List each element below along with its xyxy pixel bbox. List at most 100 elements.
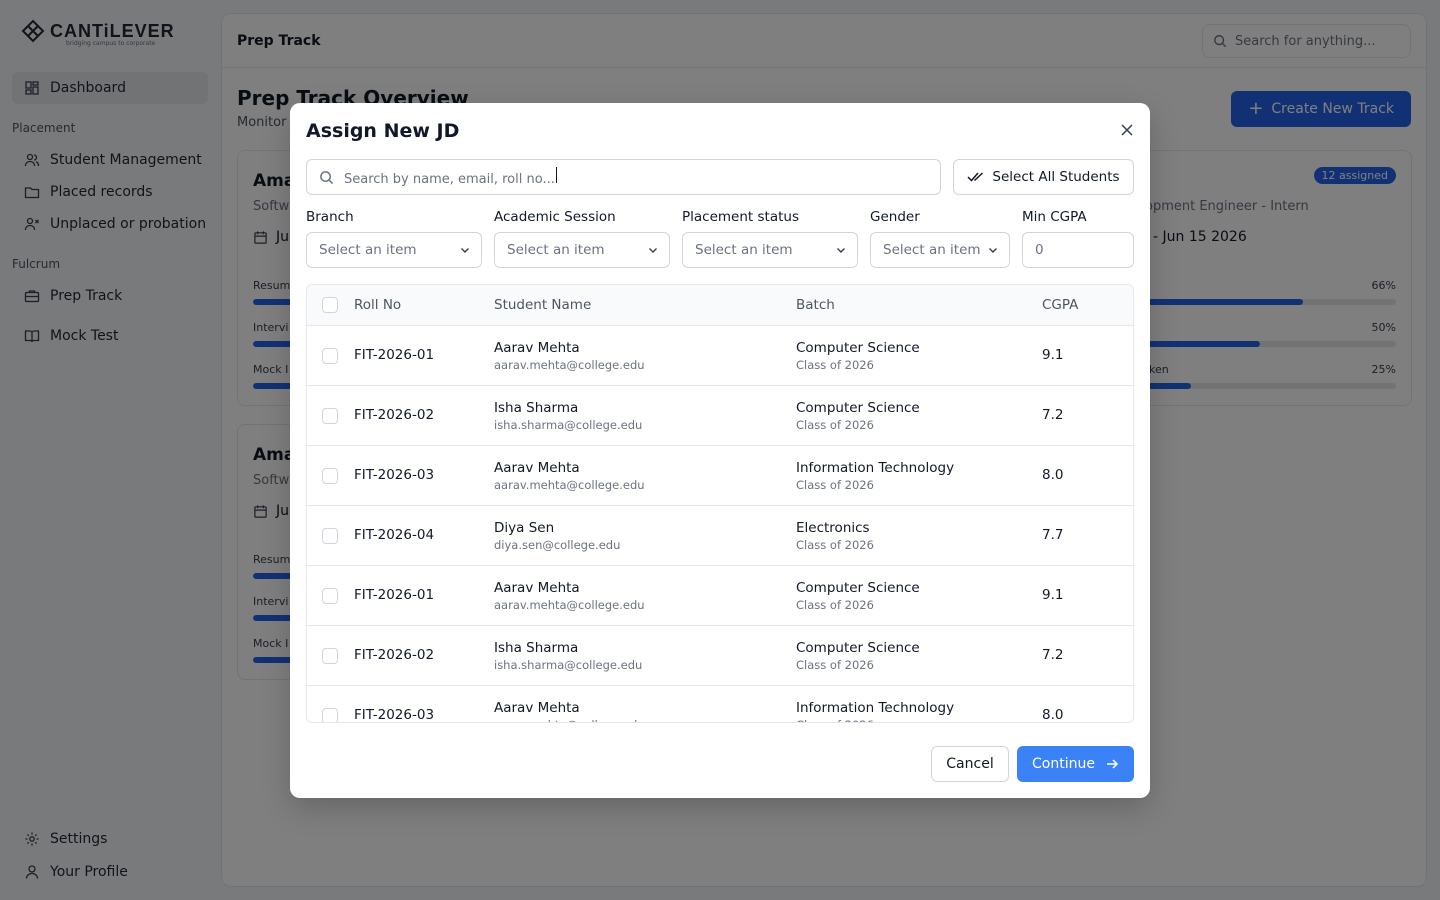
select-all-students-button[interactable]: Select All Students: [953, 159, 1134, 195]
student-cell: Aarav Mehta aarav.mehta@college.edu: [494, 580, 645, 612]
branch-select[interactable]: Select an item: [306, 232, 482, 268]
continue-button[interactable]: Continue: [1017, 746, 1134, 782]
student-cell: Isha Sharma isha.sharma@college.edu: [494, 400, 642, 432]
batch-branch: Information Technology: [796, 700, 955, 716]
app-root: CANTiLEVER bridging campus to corporate …: [0, 0, 1440, 900]
chevron-down-icon: [461, 248, 469, 253]
student-cell: Aarav Mehta aarav.mehta@college.edu: [494, 700, 645, 722]
filter-label-branch: Branch: [306, 209, 354, 225]
filter-label-gender: Gender: [870, 209, 920, 225]
table-row[interactable]: FIT-2026-04 Diya Sen diya.sen@college.edu E…: [307, 506, 1133, 566]
table-body: FIT-2026-01 Aarav Mehta aarav.mehta@colleg…: [307, 326, 1133, 723]
arrow-right-icon: [1106, 759, 1119, 769]
modal-title: Assign New JD: [306, 120, 460, 142]
student-name: Aarav Mehta: [494, 700, 580, 716]
batch-cell: Information Technology Class of 2026: [796, 460, 954, 492]
batch-branch: Computer Science: [796, 640, 920, 656]
input-value: 0: [1035, 242, 1044, 258]
batch-cell: Computer Science Class of 2026: [796, 400, 920, 432]
cancel-button[interactable]: Cancel: [931, 746, 1009, 782]
search-icon: [320, 170, 334, 184]
student-name: Aarav Mehta: [494, 580, 580, 596]
row-checkbox[interactable]: [322, 588, 338, 604]
min-cgpa-input[interactable]: 0: [1022, 232, 1134, 268]
cgpa-value: 9.1: [1042, 347, 1064, 363]
roll-number: FIT-2026-01: [354, 587, 435, 603]
select-value: Select an item: [319, 242, 417, 258]
table-row[interactable]: FIT-2026-03 Aarav Mehta aarav.mehta@colleg…: [307, 446, 1133, 506]
cgpa-value: 9.1: [1042, 587, 1064, 603]
batch-cell: Electronics Class of 2026: [796, 520, 874, 552]
row-checkbox[interactable]: [322, 408, 338, 424]
student-cell: Diya Sen diya.sen@college.edu: [494, 520, 620, 552]
student-name: Isha Sharma: [494, 400, 579, 416]
batch-class: Class of 2026: [796, 478, 874, 492]
batch-cell: Computer Science Class of 2026: [796, 580, 920, 612]
chevron-down-icon: [989, 248, 997, 253]
student-cell: Aarav Mehta aarav.mehta@college.edu: [494, 340, 645, 372]
student-email: isha.sharma@college.edu: [494, 658, 643, 672]
student-email: isha.sharma@college.edu: [494, 418, 643, 432]
batch-cell: Computer Science Class of 2026: [796, 340, 920, 372]
batch-branch: Information Technology: [796, 460, 955, 476]
academic-session-select[interactable]: Select an item: [494, 232, 670, 268]
batch-class: Class of 2026: [796, 538, 874, 552]
student-email: diya.sen@college.edu: [494, 538, 621, 552]
student-email: aarav.mehta@college.edu: [494, 718, 645, 722]
row-checkbox[interactable]: [322, 528, 338, 544]
cgpa-value: 7.2: [1042, 407, 1064, 423]
batch-branch: Computer Science: [796, 400, 920, 416]
student-name: Aarav Mehta: [494, 460, 580, 476]
roll-number: FIT-2026-01: [354, 347, 435, 363]
placeholder-text: Search by name, email, roll no...: [344, 172, 555, 187]
batch-class: Class of 2026: [796, 358, 874, 372]
double-check-icon: [967, 172, 984, 182]
select-all-label: Select All Students: [992, 169, 1120, 185]
cgpa-value: 7.7: [1042, 527, 1064, 543]
table-row[interactable]: FIT-2026-01 Aarav Mehta aarav.mehta@colleg…: [307, 326, 1133, 386]
text-caret: [555, 167, 557, 183]
filter-label-min-cgpa: Min CGPA: [1022, 209, 1087, 225]
select-value: Select an item: [695, 242, 793, 258]
batch-cell: Computer Science Class of 2026: [796, 640, 920, 672]
column-header-name[interactable]: Student Name: [494, 297, 591, 313]
filter-label-placement: Placement status: [682, 209, 799, 225]
column-header-batch[interactable]: Batch: [796, 297, 835, 313]
table-row[interactable]: FIT-2026-02 Isha Sharma isha.sharma@colleg…: [307, 386, 1133, 446]
row-checkbox[interactable]: [322, 348, 338, 364]
table-row[interactable]: FIT-2026-03 Aarav Mehta aarav.mehta@colleg…: [307, 686, 1133, 723]
batch-class: Class of 2026: [796, 658, 874, 672]
roll-number: FIT-2026-03: [354, 467, 435, 483]
batch-class: Class of 2026: [796, 598, 874, 612]
placement-status-select[interactable]: Select an item: [682, 232, 858, 268]
row-checkbox[interactable]: [322, 708, 338, 722]
select-all-checkbox[interactable]: [322, 297, 338, 313]
gender-select[interactable]: Select an item: [870, 232, 1010, 268]
batch-class: Class of 2026: [796, 418, 874, 432]
chevron-down-icon: [837, 248, 845, 253]
batch-branch: Computer Science: [796, 580, 920, 596]
student-email: aarav.mehta@college.edu: [494, 478, 645, 492]
column-header-roll[interactable]: Roll No: [354, 297, 401, 313]
batch-class: Class of 2026: [796, 718, 954, 722]
roll-number: FIT-2026-04: [354, 527, 435, 543]
student-email: aarav.mehta@college.edu: [494, 598, 645, 612]
student-email: aarav.mehta@college.edu: [494, 358, 645, 372]
cgpa-value: 8.0: [1042, 467, 1064, 483]
roll-number: FIT-2026-03: [354, 707, 435, 723]
select-value: Select an item: [507, 242, 605, 258]
roll-number: FIT-2026-02: [354, 407, 435, 423]
cgpa-value: 7.2: [1042, 647, 1064, 663]
row-checkbox[interactable]: [322, 468, 338, 484]
table-row[interactable]: FIT-2026-02 Isha Sharma isha.sharma@colleg…: [307, 626, 1133, 686]
row-checkbox[interactable]: [322, 648, 338, 664]
close-icon[interactable]: [1120, 123, 1134, 137]
student-name: Aarav Mehta: [494, 340, 580, 356]
batch-branch: Computer Science: [796, 340, 920, 356]
column-header-cgpa[interactable]: CGPA: [1042, 297, 1078, 313]
student-search-input[interactable]: Search by name, email, roll no...: [306, 159, 941, 195]
table-row[interactable]: FIT-2026-01 Aarav Mehta aarav.mehta@colleg…: [307, 566, 1133, 626]
students-table[interactable]: Roll No Student Name Batch CGPA FIT-2026…: [306, 284, 1134, 723]
table-header: Roll No Student Name Batch CGPA: [307, 285, 1133, 326]
chevron-down-icon: [649, 248, 657, 253]
